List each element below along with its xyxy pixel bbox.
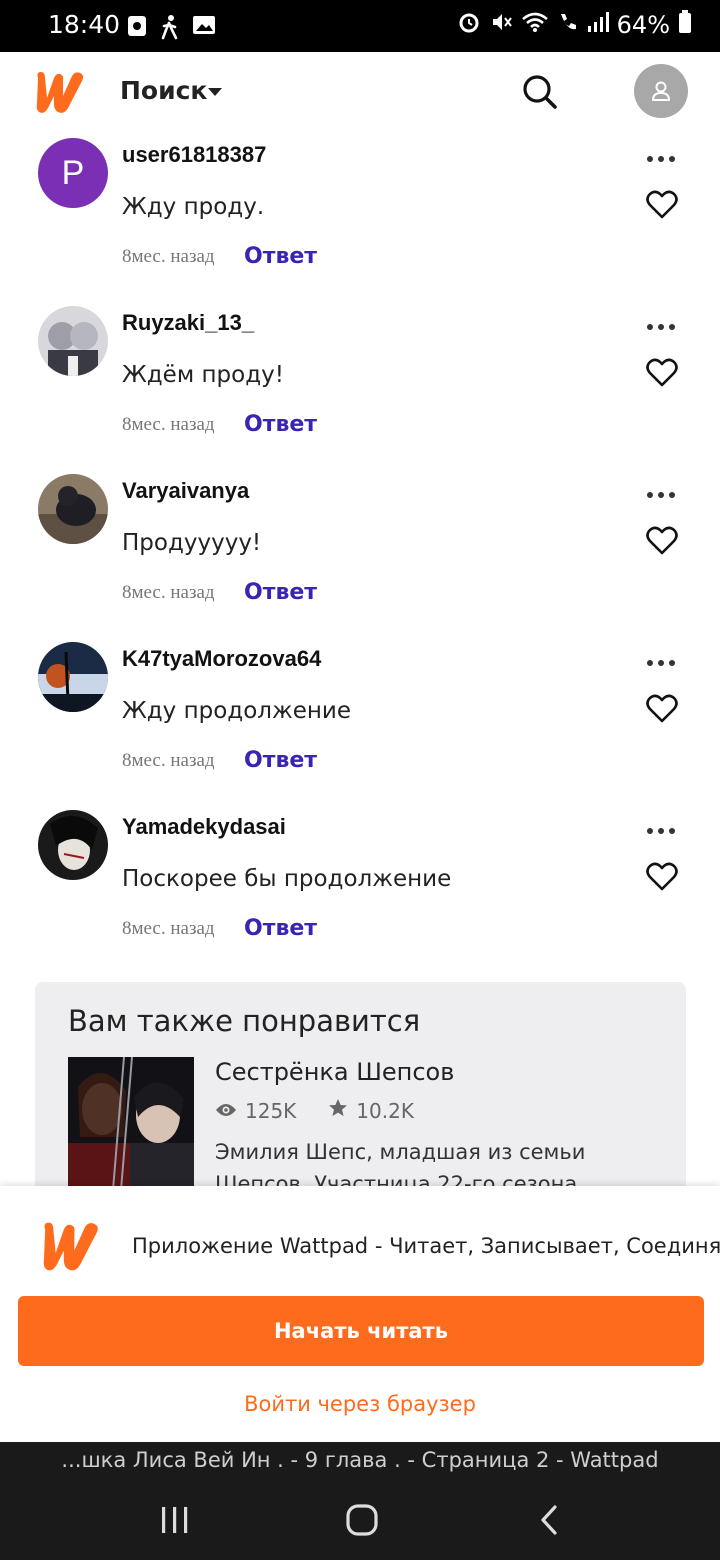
comment-text: Жду продолжение: [122, 698, 351, 724]
status-bar: 18:40 64%: [0, 0, 720, 52]
alarm-icon: [457, 10, 481, 40]
browser-page-title: ...шка Лиса Вей Ин . - 9 глава . - Стран…: [0, 1442, 720, 1478]
comment-item: Yamadekydasai Поскорее бы продолжение 8м…: [0, 810, 720, 978]
more-options-icon[interactable]: [646, 820, 676, 839]
wifi-call-icon: [557, 11, 579, 39]
search-icon[interactable]: [520, 72, 560, 116]
comment-username[interactable]: Ruyzaki_13_: [122, 310, 254, 336]
heart-icon[interactable]: [646, 862, 678, 896]
banner-text: Приложение Wattpad - Читает, Записывает,…: [132, 1234, 720, 1258]
mute-icon: [489, 10, 513, 40]
avatar[interactable]: P: [38, 138, 108, 208]
wattpad-logo-icon[interactable]: [32, 68, 90, 120]
star-icon: [328, 1098, 348, 1123]
comment-username[interactable]: Varyaivanya: [122, 478, 249, 504]
reply-button[interactable]: Ответ: [244, 580, 317, 605]
comment-timestamp: 8мес. назад: [122, 414, 215, 435]
comment-text: Ждём проду!: [122, 362, 284, 388]
wattpad-logo-icon: [38, 1218, 106, 1278]
more-options-icon[interactable]: [646, 148, 676, 167]
comment-timestamp: 8мес. назад: [122, 918, 215, 939]
back-icon[interactable]: [538, 1504, 560, 1540]
reply-button[interactable]: Ответ: [244, 412, 317, 437]
reply-button[interactable]: Ответ: [244, 244, 317, 269]
reply-button[interactable]: Ответ: [244, 916, 317, 941]
reply-button[interactable]: Ответ: [244, 748, 317, 773]
comment-item: K47tyaMorozova64 Жду продолжение 8мес. н…: [0, 642, 720, 810]
comment-item: Varyaivanya Продууууу! 8мес. назад Ответ: [0, 474, 720, 642]
avatar[interactable]: [38, 810, 108, 880]
heart-icon[interactable]: [646, 358, 678, 392]
battery-percent: 64%: [616, 11, 670, 39]
start-reading-button[interactable]: Начать читать: [18, 1296, 704, 1366]
status-time: 18:40: [48, 10, 121, 39]
gallery-icon: [192, 14, 216, 44]
recent-apps-icon[interactable]: [160, 1506, 190, 1538]
system-nav-bar: [0, 1478, 720, 1560]
chevron-down-icon[interactable]: [208, 88, 222, 96]
comment-username[interactable]: Yamadekydasai: [122, 814, 286, 840]
recommendations-card: Вам также понравится Сестрёнка Шепсов 12…: [35, 982, 686, 1202]
comment-text: Поскорее бы продолжение: [122, 866, 452, 892]
avatar-letter: P: [61, 153, 85, 192]
app-install-banner: Приложение Wattpad - Читает, Записывает,…: [0, 1186, 720, 1442]
battery-icon: [678, 10, 692, 40]
heart-icon[interactable]: [646, 526, 678, 560]
heart-icon[interactable]: [646, 190, 678, 224]
avatar[interactable]: [38, 642, 108, 712]
heart-icon[interactable]: [646, 694, 678, 728]
more-options-icon[interactable]: [646, 652, 676, 671]
comment-timestamp: 8мес. назад: [122, 582, 215, 603]
book-title[interactable]: Сестрёнка Шепсов: [215, 1058, 454, 1086]
avatar[interactable]: [38, 474, 108, 544]
comment-text: Продууууу!: [122, 530, 262, 556]
book-views: 125K: [245, 1098, 297, 1123]
book-votes: 10.2K: [356, 1098, 414, 1123]
signal-icon: [587, 11, 609, 39]
comment-timestamp: 8мес. назад: [122, 246, 215, 267]
book-cover[interactable]: [68, 1057, 194, 1202]
home-icon[interactable]: [346, 1504, 378, 1540]
screenshot-icon: [126, 14, 148, 44]
search-dropdown-label[interactable]: Поиск: [120, 76, 207, 105]
comment-username[interactable]: user61818387: [122, 142, 266, 168]
avatar[interactable]: [38, 306, 108, 376]
comment-item: Ruyzaki_13_ Ждём проду! 8мес. назад Отве…: [0, 306, 720, 474]
app-bar: Поиск: [0, 52, 720, 134]
comment-username[interactable]: K47tyaMorozova64: [122, 646, 321, 672]
book-stats: 125K 10.2K: [215, 1098, 414, 1123]
more-options-icon[interactable]: [646, 316, 676, 335]
comment-timestamp: 8мес. назад: [122, 750, 215, 771]
profile-avatar-button[interactable]: [634, 64, 688, 118]
eye-icon: [215, 1099, 237, 1123]
user-icon: [651, 81, 671, 101]
walking-icon: [160, 14, 180, 44]
recommendations-title: Вам также понравится: [68, 1004, 421, 1038]
wifi-icon: [521, 11, 549, 39]
comment-item: P user61818387 Жду проду. 8мес. назад От…: [0, 138, 720, 306]
comment-text: Жду проду.: [122, 194, 265, 220]
more-options-icon[interactable]: [646, 484, 676, 503]
login-browser-link[interactable]: Войти через браузер: [0, 1392, 720, 1416]
